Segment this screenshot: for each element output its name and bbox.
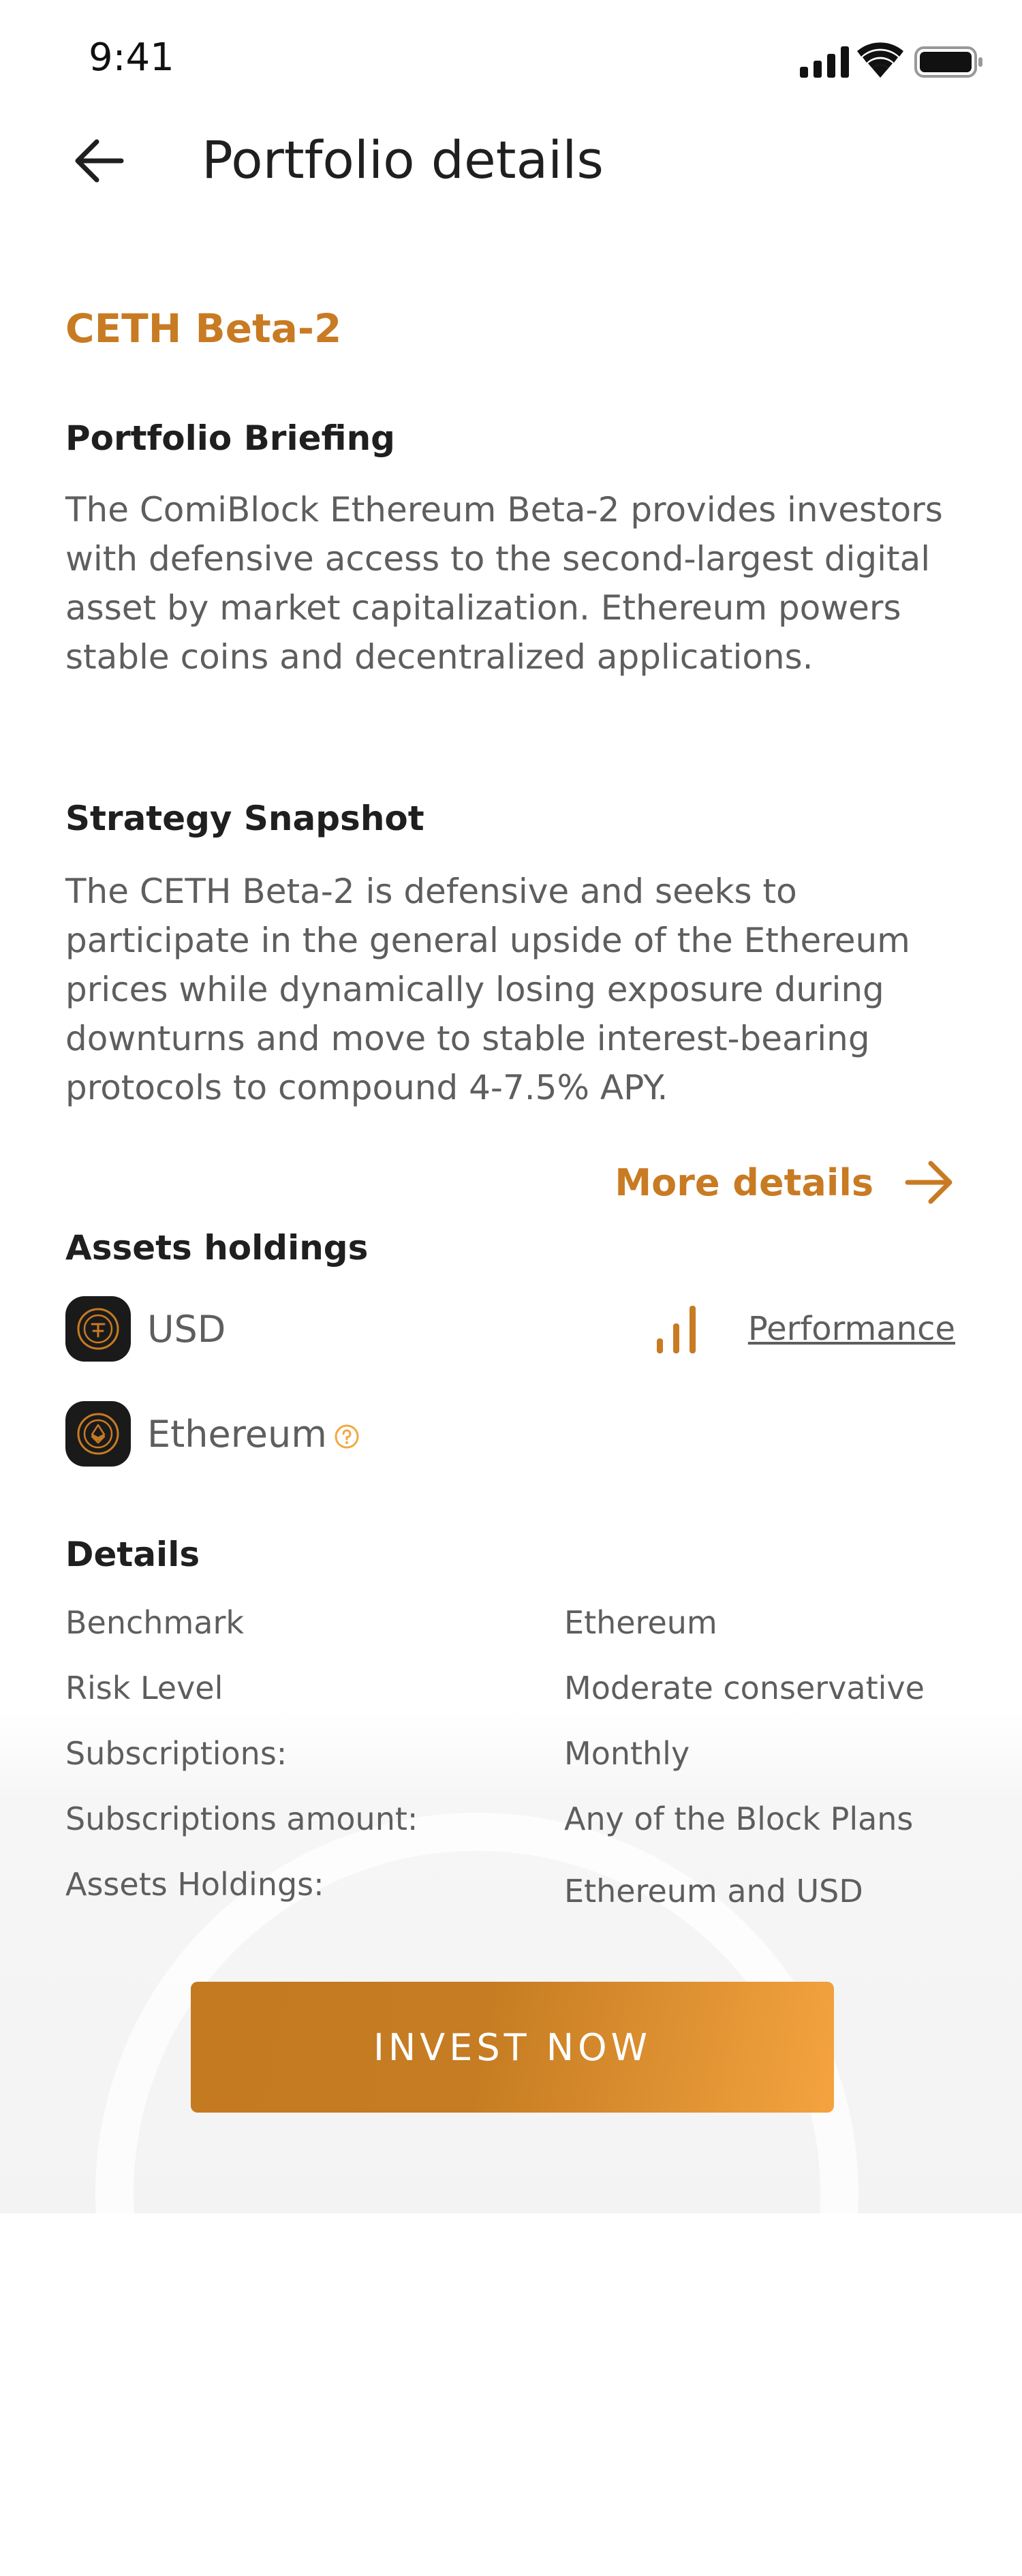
detail-value: Any of the Block Plans [564, 1800, 914, 1837]
detail-label: Risk Level [65, 1670, 223, 1706]
arrow-left-icon [75, 139, 124, 183]
detail-row-subscriptions: Subscriptions: Monthly [65, 1735, 965, 1790]
portfolio-name: CETH Beta-2 [65, 305, 342, 352]
asset-item-ethereum[interactable]: Ethereum [65, 1401, 360, 1467]
detail-label: Assets Holdings: [65, 1866, 324, 1903]
status-time: 9:41 [89, 35, 174, 80]
details-title: Details [65, 1535, 200, 1574]
page-title: Portfolio details [202, 129, 604, 190]
detail-value: Ethereum and USD [564, 1873, 863, 1910]
usd-coin-icon [65, 1296, 131, 1362]
performance-link[interactable]: Performance [655, 1296, 955, 1362]
status-icons [800, 42, 982, 78]
detail-value: Ethereum [564, 1604, 717, 1641]
detail-value: Monthly [564, 1735, 690, 1772]
arrow-right-icon [905, 1161, 953, 1204]
battery-icon [914, 46, 982, 78]
briefing-text: The ComiBlock Ethereum Beta-2 provides i… [65, 490, 943, 677]
detail-label: Subscriptions amount: [65, 1800, 418, 1837]
asset-item-usd[interactable]: USD [65, 1296, 226, 1362]
strategy-title: Strategy Snapshot [65, 799, 424, 838]
back-button[interactable] [74, 135, 125, 187]
background-arc [95, 1813, 858, 2576]
bar-chart-icon [656, 1306, 696, 1353]
detail-row-subscriptions-amount: Subscriptions amount: Any of the Block P… [65, 1800, 965, 1855]
performance-label: Performance [747, 1310, 955, 1348]
invest-now-button[interactable]: INVEST NOW [191, 1982, 834, 2113]
ethereum-coin-icon [65, 1401, 131, 1467]
asset-name-usd: USD [147, 1307, 226, 1351]
detail-row-benchmark: Benchmark Ethereum [65, 1604, 965, 1659]
detail-label: Subscriptions: [65, 1735, 288, 1772]
detail-row-risk-level: Risk Level Moderate conservative [65, 1670, 965, 1724]
detail-label: Benchmark [65, 1604, 245, 1641]
detail-row-assets-holdings: Assets Holdings: Ethereum and USD [65, 1866, 965, 1920]
detail-value: Moderate conservative [564, 1670, 925, 1706]
asset-name-ethereum: Ethereum [147, 1412, 327, 1456]
wifi-icon [857, 42, 903, 78]
assets-title: Assets holdings [65, 1228, 369, 1268]
signal-icon [800, 46, 849, 78]
more-details-label: More details [615, 1161, 873, 1204]
more-details-link[interactable]: More details [615, 1152, 954, 1213]
strategy-text: The CETH Beta-2 is defensive and seeks t… [65, 872, 910, 1107]
briefing-title: Portfolio Briefing [65, 418, 395, 458]
info-icon[interactable] [334, 1424, 360, 1450]
